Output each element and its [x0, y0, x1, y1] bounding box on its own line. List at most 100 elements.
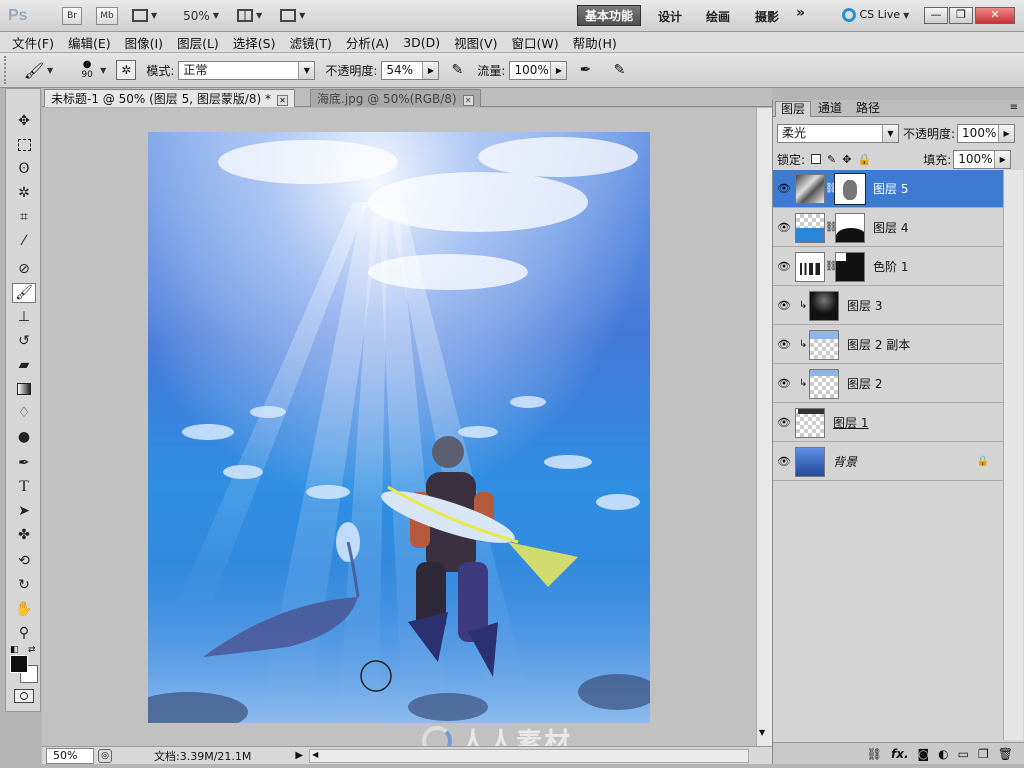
healing-brush-tool[interactable]: ⊘ — [12, 259, 36, 279]
pressure-size-toggle[interactable]: ✎ — [609, 60, 629, 80]
menu-edit[interactable]: 编辑(E) — [68, 33, 111, 52]
layer-row[interactable]: 👁 ⛓ 图层 5 — [773, 170, 1003, 208]
visibility-eye-icon[interactable]: 👁 — [773, 260, 795, 273]
eraser-tool[interactable]: ▰ — [12, 355, 36, 375]
lock-all-icon[interactable]: 🔒 — [857, 153, 871, 166]
minimize-button[interactable]: — — [924, 7, 948, 24]
history-brush-tool[interactable]: ↺ — [12, 331, 36, 351]
tab-haidi-jpg[interactable]: 海底.jpg @ 50%(RGB/8) ✕ — [310, 89, 481, 107]
layers-scrollbar[interactable] — [1003, 170, 1023, 740]
visibility-eye-icon[interactable]: 👁 — [773, 455, 795, 468]
foreground-color-swatch[interactable] — [10, 655, 28, 673]
maximize-button[interactable]: ❐ — [949, 7, 973, 24]
scroll-down-icon[interactable]: ▼ — [759, 728, 765, 737]
layer-row[interactable]: 👁 ↳ 图层 3 — [773, 287, 1003, 325]
brush-tool[interactable]: 🖌 — [12, 283, 36, 303]
workspace-photography[interactable]: 摄影 — [755, 8, 779, 25]
workspace-painting[interactable]: 绘画 — [706, 8, 730, 25]
zoom-level-dropdown[interactable]: 50% ▼ — [171, 9, 219, 23]
crop-tool[interactable]: ⌗ — [12, 207, 36, 227]
menu-3d[interactable]: 3D(D) — [403, 35, 440, 50]
gradient-tool[interactable] — [12, 379, 36, 399]
layer-row[interactable]: 👁 ⛓ 色阶 1 — [773, 248, 1003, 286]
link-layers-icon[interactable]: ⛓ — [867, 747, 882, 761]
horizontal-scrollbar[interactable]: ◀ — [309, 748, 750, 763]
layer-row[interactable]: 👁 图层 1 — [773, 404, 1003, 442]
view-extras-dropdown[interactable]: ▼ — [132, 9, 157, 22]
visibility-eye-icon[interactable]: 👁 — [773, 416, 795, 429]
move-tool[interactable]: ✥ — [12, 111, 36, 131]
mask-thumbnail[interactable] — [835, 251, 865, 282]
workspace-essentials[interactable]: 基本功能 — [577, 5, 641, 26]
add-mask-icon[interactable]: ◙ — [918, 747, 930, 761]
visibility-eye-icon[interactable]: 👁 — [773, 221, 795, 234]
panel-menu-icon[interactable]: ≡ — [1010, 102, 1018, 113]
zoom-field[interactable]: 50% — [46, 747, 94, 764]
cs-live-button[interactable]: CS Live ▼ — [842, 8, 909, 22]
eyedropper-tool[interactable]: ⁄ — [12, 231, 36, 251]
default-colors-icon[interactable]: ◧ — [10, 645, 19, 655]
mask-link-icon[interactable]: ⛓ — [825, 183, 838, 194]
adjustment-layer-icon[interactable]: ◐ — [938, 747, 948, 761]
new-layer-icon[interactable]: ❐ — [978, 747, 989, 761]
visibility-eye-icon[interactable]: 👁 — [773, 377, 795, 390]
mask-thumbnail[interactable] — [834, 172, 866, 205]
vertical-scrollbar[interactable]: ▼ — [756, 108, 772, 746]
document-image[interactable]: 人人素材 — [148, 132, 650, 723]
marquee-tool[interactable] — [12, 135, 36, 155]
dodge-tool[interactable]: ● — [12, 427, 36, 447]
workspace-design[interactable]: 设计 — [658, 8, 682, 25]
swap-colors-icon[interactable]: ⇄ — [28, 645, 36, 655]
menu-layer[interactable]: 图层(L) — [177, 33, 219, 52]
menu-image[interactable]: 图像(I) — [125, 33, 163, 52]
lasso-tool[interactable]: ʘ — [12, 159, 36, 179]
quick-select-tool[interactable]: ✲ — [12, 183, 36, 203]
tab-channels[interactable]: 通道 — [813, 101, 847, 117]
menu-analysis[interactable]: 分析(A) — [346, 33, 389, 52]
tab-untitled-1[interactable]: 未标题-1 @ 50% (图层 5, 图层蒙版/8) * ✕ — [44, 89, 296, 107]
layer-row[interactable]: 👁 ⛓ 图层 4 — [773, 209, 1003, 247]
visibility-eye-icon[interactable]: 👁 — [773, 182, 795, 195]
fill-field[interactable]: 100% ▶ — [953, 149, 1012, 169]
menu-view[interactable]: 视图(V) — [454, 33, 497, 52]
quick-mask-button[interactable] — [14, 689, 34, 703]
visibility-eye-icon[interactable]: 👁 — [773, 299, 795, 312]
path-selection-tool[interactable]: ➤ — [12, 501, 36, 521]
more-workspaces-button[interactable]: » — [796, 5, 805, 21]
tool-preset-picker[interactable]: 🖌 — [24, 60, 44, 80]
status-info-icon[interactable]: ◎ — [98, 748, 112, 763]
menu-file[interactable]: 文件(F) — [12, 33, 54, 52]
mask-thumbnail[interactable] — [835, 212, 865, 243]
pressure-opacity-toggle[interactable]: ✎ — [447, 60, 467, 80]
delete-layer-icon[interactable]: 🗑 — [998, 747, 1013, 761]
clone-stamp-tool[interactable]: ⊥ — [12, 307, 36, 327]
arrange-documents-dropdown[interactable]: ▼ — [236, 9, 262, 22]
new-group-icon[interactable]: ▭ — [958, 747, 969, 761]
mask-link-icon[interactable]: ⛓ — [825, 261, 838, 272]
menu-select[interactable]: 选择(S) — [233, 33, 276, 52]
bridge-button[interactable]: Br — [62, 6, 82, 25]
menu-filter[interactable]: 滤镜(T) — [289, 33, 331, 52]
mode-select[interactable]: 正常 ▼ — [178, 60, 316, 80]
tab-layers[interactable]: 图层 — [775, 101, 812, 117]
brush-panel-toggle[interactable]: ✲ — [116, 60, 137, 80]
blur-tool[interactable]: ♢ — [12, 403, 36, 423]
blend-mode-select[interactable]: 柔光 ▼ — [777, 123, 899, 143]
shape-tool[interactable]: ✤ — [12, 525, 36, 545]
hand-tool[interactable]: ✋ — [12, 599, 36, 619]
layer-row[interactable]: 👁 背景 🔒 — [773, 443, 1003, 481]
flow-field[interactable]: 100% ▶ — [509, 60, 568, 80]
type-tool[interactable]: T — [12, 477, 36, 497]
menu-help[interactable]: 帮助(H) — [573, 33, 617, 52]
scroll-left-icon[interactable]: ◀ — [312, 750, 318, 759]
brush-preset-picker[interactable]: ● 90 — [77, 60, 97, 81]
opacity-field[interactable]: 54% ▶ — [381, 60, 440, 80]
layer-style-icon[interactable]: fx. — [891, 747, 909, 761]
airbrush-toggle[interactable]: ✒ — [575, 60, 595, 80]
close-button[interactable]: ✕ — [975, 7, 1015, 24]
zoom-tool[interactable]: ⚲ — [12, 623, 36, 643]
lock-transparency-icon[interactable] — [811, 154, 822, 164]
3d-rotate-tool[interactable]: ⟲ — [12, 551, 36, 571]
close-icon[interactable]: ✕ — [462, 95, 474, 106]
screen-mode-dropdown[interactable]: ▼ — [280, 9, 305, 22]
